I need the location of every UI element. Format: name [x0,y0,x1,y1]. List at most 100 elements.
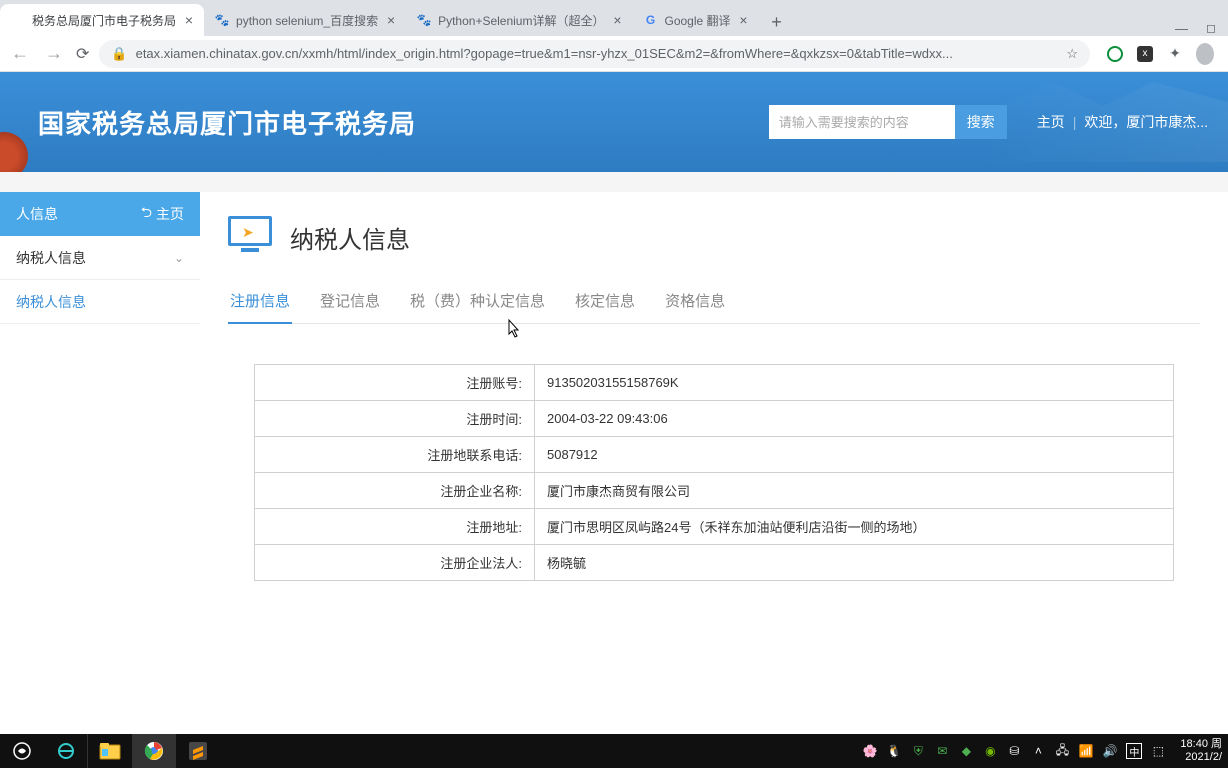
profile-avatar[interactable] [1196,45,1214,63]
row-value: 5087912 [535,437,1174,473]
taskbar: 🌸 🐧 ⛨ ✉ ◆ ◉ ⛁ ˄ 🖧 📶 🔊 中 ⬚ 18:40 周 2021/2… [0,734,1228,768]
sidebar: 人信息 ⮌ 主页 纳税人信息 ⌄ 纳税人信息 [0,192,200,605]
sidebar-home-link[interactable]: ⮌ 主页 [141,202,184,226]
reload-icon[interactable]: ⟳ [76,44,89,64]
home-icon: ⮌ [141,202,152,226]
clock-day: 周 [1211,738,1222,750]
row-label: 注册账号: [255,365,535,401]
back-icon[interactable]: ← [8,43,32,64]
search-button[interactable]: 搜索 [955,105,1007,139]
bookmark-star-icon[interactable]: ☆ [1066,46,1078,62]
sub-bar [0,172,1228,192]
puzzle-icon[interactable]: ✦ [1166,45,1184,63]
sidebar-header-left: 人信息 [16,204,58,224]
sidebar-item-label: 纳税人信息 [16,292,86,312]
tray-icon[interactable]: ⛁ [1006,743,1022,759]
site-title: 国家税务总局厦门市电子税务局 [38,104,416,141]
browser-tab[interactable]: 🐾 Python+Selenium详解（超全） × [406,4,632,36]
tab-favicon: G [642,12,658,28]
search-wrap: 搜索 [769,105,1007,139]
close-icon[interactable]: × [182,13,196,27]
close-icon[interactable]: × [610,13,624,27]
extension-icon[interactable]: x [1136,45,1154,63]
tray-icon[interactable]: ⬚ [1150,743,1166,759]
user-name-link[interactable]: 厦门市康杰... [1126,114,1208,130]
browser-tab[interactable]: G Google 翻译 × [632,4,758,36]
system-tray: 🌸 🐧 ⛨ ✉ ◆ ◉ ⛁ ˄ 🖧 📶 🔊 中 ⬚ 18:40 周 2021/2… [862,738,1228,763]
page-title-row: ➤ 纳税人信息 [228,216,1200,258]
tray-shield-icon[interactable]: ⛨ [910,743,926,759]
row-value: 2004-03-22 09:43:06 [535,401,1174,437]
tray-chevron-up-icon[interactable]: ˄ [1030,743,1046,759]
sidebar-item-taxpayer-info-sub[interactable]: 纳税人信息 [0,280,200,324]
tab-title: python selenium_百度搜索 [236,12,378,29]
url-text: etax.xiamen.chinatax.gov.cn/xxmh/html/in… [136,46,1059,61]
tray-wechat-icon[interactable]: ✉ [934,743,950,759]
table-row: 注册企业法人:杨晓毓 [255,545,1174,581]
close-icon[interactable]: × [737,13,751,27]
content-area: ➤ 纳税人信息 注册信息 登记信息 税（费）种认定信息 核定信息 资格信息 注册… [200,192,1228,605]
tab-title: Python+Selenium详解（超全） [438,12,604,29]
row-value: 杨晓毓 [535,545,1174,581]
table-row: 注册账号:91350203155158769K [255,365,1174,401]
taskbar-chrome-icon[interactable] [132,734,176,768]
taskbar-ie-icon[interactable] [44,734,88,768]
tab-qualification-info[interactable]: 资格信息 [663,282,727,323]
tab-favicon: 🐾 [214,12,230,28]
start-button[interactable] [0,734,44,768]
tray-icon[interactable]: 🌸 [862,743,878,759]
browser-tab[interactable]: 🐾 python selenium_百度搜索 × [204,4,406,36]
tab-register-info[interactable]: 注册信息 [228,282,292,323]
row-label: 注册企业法人: [255,545,535,581]
sidebar-header[interactable]: 人信息 ⮌ 主页 [0,192,200,236]
site-header: 国家税务总局厦门市电子税务局 搜索 主页 | 欢迎，厦门市康杰... [0,72,1228,172]
tray-icon[interactable]: ◆ [958,743,974,759]
sidebar-item-taxpayer-info[interactable]: 纳税人信息 ⌄ [0,236,200,280]
table-row: 注册时间:2004-03-22 09:43:06 [255,401,1174,437]
divider: | [1073,114,1077,130]
tray-ime-icon[interactable]: 中 [1126,743,1142,759]
tray-volume-icon[interactable]: 🔊 [1102,743,1118,759]
chevron-down-icon: ⌄ [174,251,184,265]
taskbar-explorer-icon[interactable] [88,734,132,768]
url-bar[interactable]: 🔒 etax.xiamen.chinatax.gov.cn/xxmh/html/… [99,40,1090,68]
tab-title: Google 翻译 [664,12,730,29]
tray-qq-icon[interactable]: 🐧 [886,743,902,759]
header-links: 主页 | 欢迎，厦门市康杰... [1037,112,1208,132]
info-table: 注册账号:91350203155158769K注册时间:2004-03-22 0… [254,364,1174,581]
table-row: 注册地联系电话:5087912 [255,437,1174,473]
close-icon[interactable]: × [384,13,398,27]
search-input[interactable] [769,105,955,139]
taskbar-sublime-icon[interactable] [176,734,220,768]
tray-nvidia-icon[interactable]: ◉ [982,743,998,759]
row-value: 厦门市思明区凤屿路24号（禾祥东加油站便利店沿街一侧的场地） [535,509,1174,545]
row-label: 注册地联系电话: [255,437,535,473]
main-layout: 人信息 ⮌ 主页 纳税人信息 ⌄ 纳税人信息 ➤ 纳税人信息 注册信息 登记信息… [0,192,1228,605]
tab-assessment-info[interactable]: 核定信息 [573,282,637,323]
clock-time: 18:40 [1180,738,1208,750]
maximize-icon[interactable]: ◻ [1206,21,1216,36]
browser-tab-strip: 税务总局厦门市电子税务局 × 🐾 python selenium_百度搜索 × … [0,0,1228,36]
forward-icon: → [42,43,66,64]
content-tabs: 注册信息 登记信息 税（费）种认定信息 核定信息 资格信息 [228,282,1200,324]
minimize-icon[interactable]: — [1175,21,1188,36]
tab-registration-info[interactable]: 登记信息 [318,282,382,323]
tab-tax-type-info[interactable]: 税（费）种认定信息 [408,282,547,323]
tab-title: 税务总局厦门市电子税务局 [32,12,176,29]
new-tab-button[interactable]: + [763,8,791,36]
row-label: 注册企业名称: [255,473,535,509]
extension-icon[interactable] [1106,45,1124,63]
tab-favicon: 🐾 [416,12,432,28]
tray-wifi-icon[interactable]: 📶 [1078,743,1094,759]
row-label: 注册时间: [255,401,535,437]
tray-network-icon[interactable]: 🖧 [1054,743,1070,759]
row-label: 注册地址: [255,509,535,545]
home-link[interactable]: 主页 [1037,112,1065,132]
browser-tab[interactable]: 税务总局厦门市电子税务局 × [0,4,204,36]
address-bar-row: ← → ⟳ 🔒 etax.xiamen.chinatax.gov.cn/xxmh… [0,36,1228,72]
taskbar-left [0,734,220,768]
table-row: 注册企业名称:厦门市康杰商贸有限公司 [255,473,1174,509]
welcome-prefix: 欢迎， [1084,114,1126,130]
lock-icon: 🔒 [111,46,127,62]
taskbar-clock[interactable]: 18:40 周 2021/2/ [1174,738,1222,763]
